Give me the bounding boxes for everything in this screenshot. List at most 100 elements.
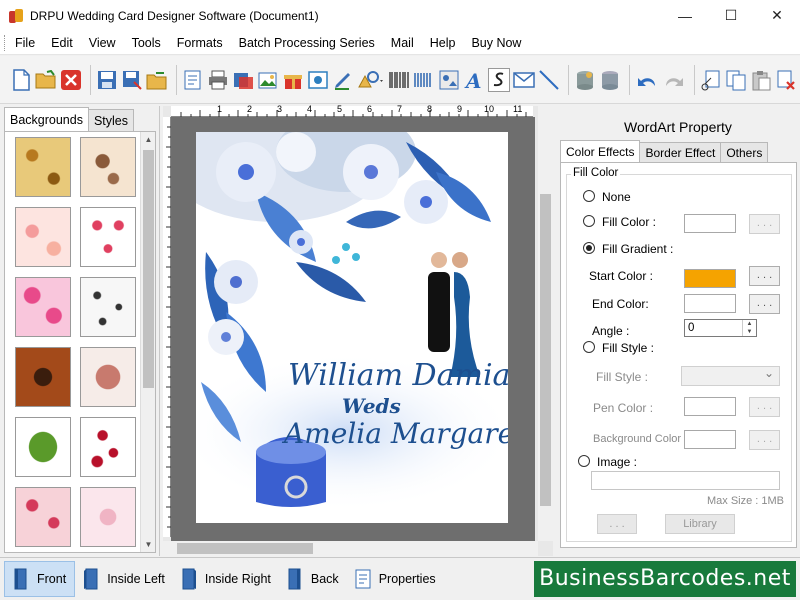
redo-icon[interactable] [662,68,686,92]
tab-styles[interactable]: Styles [87,109,135,131]
start-color-swatch[interactable] [684,269,736,288]
background-thumbnail[interactable] [80,347,136,407]
background-thumbnail[interactable] [80,277,136,337]
pen-color-swatch[interactable] [684,397,736,416]
close-document-icon[interactable] [60,68,82,92]
background-thumbnail[interactable] [15,137,71,197]
wordart-icon[interactable]: A [463,68,485,92]
library-button[interactable]: Library [665,514,735,534]
gift-icon[interactable] [282,68,304,92]
mail-icon[interactable] [513,68,536,92]
background-color-picker-button[interactable]: . . . [749,430,780,450]
scrollbar-thumb[interactable] [143,150,154,388]
background-thumbnail[interactable] [80,487,136,547]
background-thumbnail[interactable] [80,207,136,267]
brand-banner: BusinessBarcodes.net [534,561,796,597]
maximize-button[interactable]: ☐ [708,0,754,31]
insert-image-icon[interactable] [257,68,279,92]
database-import-icon[interactable] [599,68,621,92]
fill-color-radio[interactable] [583,215,595,227]
fill-gradient-radio[interactable] [583,242,595,254]
card-weds-text[interactable]: Weds [342,394,401,418]
angle-spin-buttons[interactable]: ▲ ▼ [742,320,756,336]
fill-color-picker-button[interactable]: . . . [749,214,780,234]
close-button[interactable]: ✕ [754,0,800,31]
start-color-picker-button[interactable]: . . . [749,266,780,286]
end-color-swatch[interactable] [684,294,736,313]
tab-border-effect[interactable]: Border Effect [639,142,722,162]
inside-right-button[interactable]: Inside Right [173,561,279,597]
angle-stepper[interactable]: 0 ▲ ▼ [684,319,757,337]
menu-edit[interactable]: Edit [43,31,81,55]
tab-others[interactable]: Others [720,142,769,162]
scrollbar-thumb[interactable] [177,543,313,554]
line-icon[interactable] [538,68,560,92]
gallery-scrollbar[interactable]: ▲ ▼ [140,132,155,552]
menu-mail[interactable]: Mail [383,31,422,55]
delete-icon[interactable] [775,68,797,92]
menu-file[interactable]: File [7,31,43,55]
menu-view[interactable]: View [81,31,124,55]
background-color-swatch[interactable] [684,430,736,449]
save-as-icon[interactable] [121,68,143,92]
cut-icon[interactable] [700,68,722,92]
menu-formats[interactable]: Formats [169,31,231,55]
canvas-horizontal-scrollbar[interactable] [163,541,538,556]
export-icon[interactable] [146,68,168,92]
tab-color-effects[interactable]: Color Effects [560,140,641,162]
front-button[interactable]: Front [4,561,76,597]
card-bride-name[interactable]: Amelia Margaret [284,417,508,450]
print-preview-icon[interactable] [232,68,254,92]
background-thumbnail[interactable] [15,207,71,267]
paste-icon[interactable] [750,68,772,92]
angle-value: 0 [688,322,695,334]
insert-picture-icon[interactable] [307,68,329,92]
signature-icon[interactable] [488,67,511,92]
barcode-settings-icon[interactable] [413,68,435,92]
browse-image-button[interactable]: . . . [597,514,637,534]
scrollbar-thumb[interactable] [540,194,551,506]
minimize-button[interactable]: — [662,0,708,31]
inside-left-button[interactable]: Inside Left [75,561,173,597]
image-object-icon[interactable] [438,68,460,92]
copy-icon[interactable] [725,68,747,92]
fill-style-radio[interactable] [583,341,595,353]
background-thumbnail[interactable] [80,417,136,477]
background-thumbnail[interactable] [15,277,71,337]
shapes-icon[interactable] [357,68,385,92]
pen-color-picker-button[interactable]: . . . [749,397,780,417]
fill-color-swatch[interactable] [684,214,736,233]
menu-help[interactable]: Help [422,31,464,55]
design-workspace[interactable]: William Damian Weds Amelia Margaret [171,117,535,541]
image-radio[interactable] [578,455,590,467]
canvas-vertical-scrollbar[interactable] [538,106,553,541]
background-thumbnail[interactable] [15,417,71,477]
print-icon[interactable] [207,68,229,92]
end-color-picker-button[interactable]: . . . [749,294,780,314]
card-groom-name[interactable]: William Damian [288,358,508,393]
tab-backgrounds[interactable]: Backgrounds [4,107,89,131]
properties-icon[interactable] [182,68,204,92]
ruler-label: 9 [457,104,463,114]
menu-buy-now[interactable]: Buy Now [463,31,529,55]
open-icon[interactable] [35,68,57,92]
menu-batch-processing-series[interactable]: Batch Processing Series [231,31,383,55]
back-button[interactable]: Back [279,561,347,597]
barcode-icon[interactable] [388,68,410,92]
background-thumbnail[interactable] [15,487,71,547]
background-thumbnail[interactable] [15,347,71,407]
new-icon[interactable] [10,68,32,92]
pen-icon[interactable] [332,68,354,92]
database-icon[interactable] [574,68,596,92]
wedding-card[interactable]: William Damian Weds Amelia Margaret [196,132,508,523]
menu-tools[interactable]: Tools [124,31,169,55]
properties-button[interactable]: Properties [347,561,444,597]
undo-icon[interactable] [635,68,659,92]
scroll-up-arrow[interactable]: ▲ [141,132,155,147]
scroll-down-arrow[interactable]: ▼ [141,537,155,552]
fill-style-select[interactable] [681,366,780,386]
image-path-field[interactable] [591,471,780,490]
background-thumbnail[interactable] [80,137,136,197]
none-radio[interactable] [583,190,595,202]
save-icon[interactable] [96,68,118,92]
